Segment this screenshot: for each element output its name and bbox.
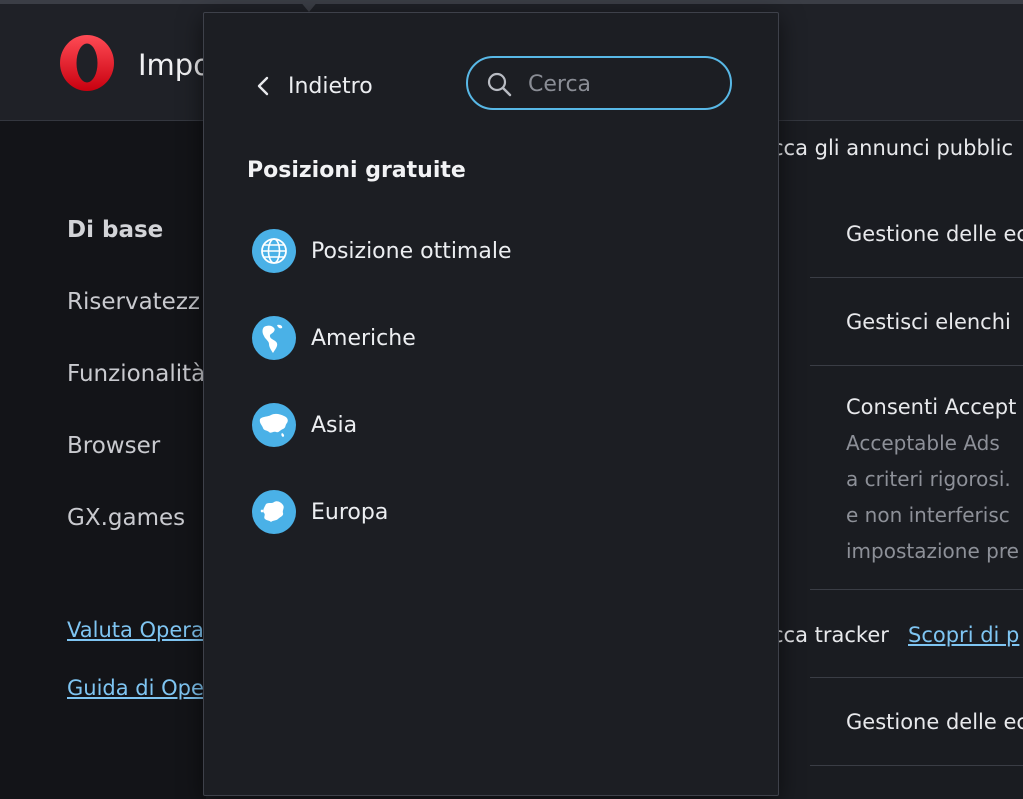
location-asia[interactable]: Asia [252,401,722,449]
popup-caret [299,0,319,12]
search-box[interactable] [466,56,732,110]
sidebar-item-browser[interactable]: Browser [67,433,160,459]
manage-lists-row[interactable]: Gestisci elenchi [846,310,1011,334]
acceptable-ads-desc-line: impostazione pre [846,539,1019,563]
search-icon [487,72,512,97]
location-europe[interactable]: Europa [252,488,722,536]
settings-sidebar: Di base Riservatezz Funzionalità Browser… [0,121,206,799]
americas-icon [252,316,296,360]
vpn-location-popup: Indietro Posizioni gratuite Posizione ot… [203,12,779,796]
asia-icon [252,403,296,447]
location-americas[interactable]: Americhe [252,314,722,362]
divider [810,365,1023,366]
location-label: Europa [311,499,389,525]
search-input[interactable] [526,66,720,102]
acceptable-ads-desc-line: a criteri rigorosi. [846,467,1011,491]
divider [810,589,1023,590]
block-trackers-label: cca tracker [778,623,889,647]
sidebar-item-basic[interactable]: Di base [67,217,163,243]
location-label: Posizione ottimale [311,238,512,264]
page-title: Impo [138,48,211,82]
sidebar-item-features[interactable]: Funzionalità [67,361,205,387]
divider [810,677,1023,678]
globe-icon [252,229,296,273]
location-label: Asia [311,412,358,438]
back-label: Indietro [288,73,373,99]
section-title: Posizioni gratuite [247,158,466,183]
back-button[interactable]: Indietro [254,71,373,101]
manage-exceptions-row[interactable]: Gestione delle ec [846,222,1023,246]
divider [810,277,1023,278]
block-ads-label: cca gli annunci pubblic [778,136,1013,160]
acceptable-ads-title[interactable]: Consenti Accept [846,395,1016,419]
sidebar-item-privacy[interactable]: Riservatezz [67,289,200,315]
europe-icon [252,490,296,534]
manage-exceptions-row[interactable]: Gestione delle ec [846,710,1023,734]
divider [810,765,1023,766]
location-label: Americhe [311,325,416,351]
acceptable-ads-desc-line: Acceptable Ads [846,431,1000,455]
chevron-left-icon [257,76,269,96]
location-optimal[interactable]: Posizione ottimale [252,227,722,275]
sidebar-item-gx-games[interactable]: GX.games [67,505,185,531]
rate-opera-link[interactable]: Valuta Opera [67,618,204,642]
acceptable-ads-desc-line: e non interferisc [846,503,1010,527]
settings-content: cca gli annunci pubblic Gestione delle e… [778,121,1023,799]
opera-logo-icon [60,35,114,91]
learn-more-link[interactable]: Scopri di p [908,623,1019,647]
opera-help-link[interactable]: Guida di Ope [67,676,204,700]
